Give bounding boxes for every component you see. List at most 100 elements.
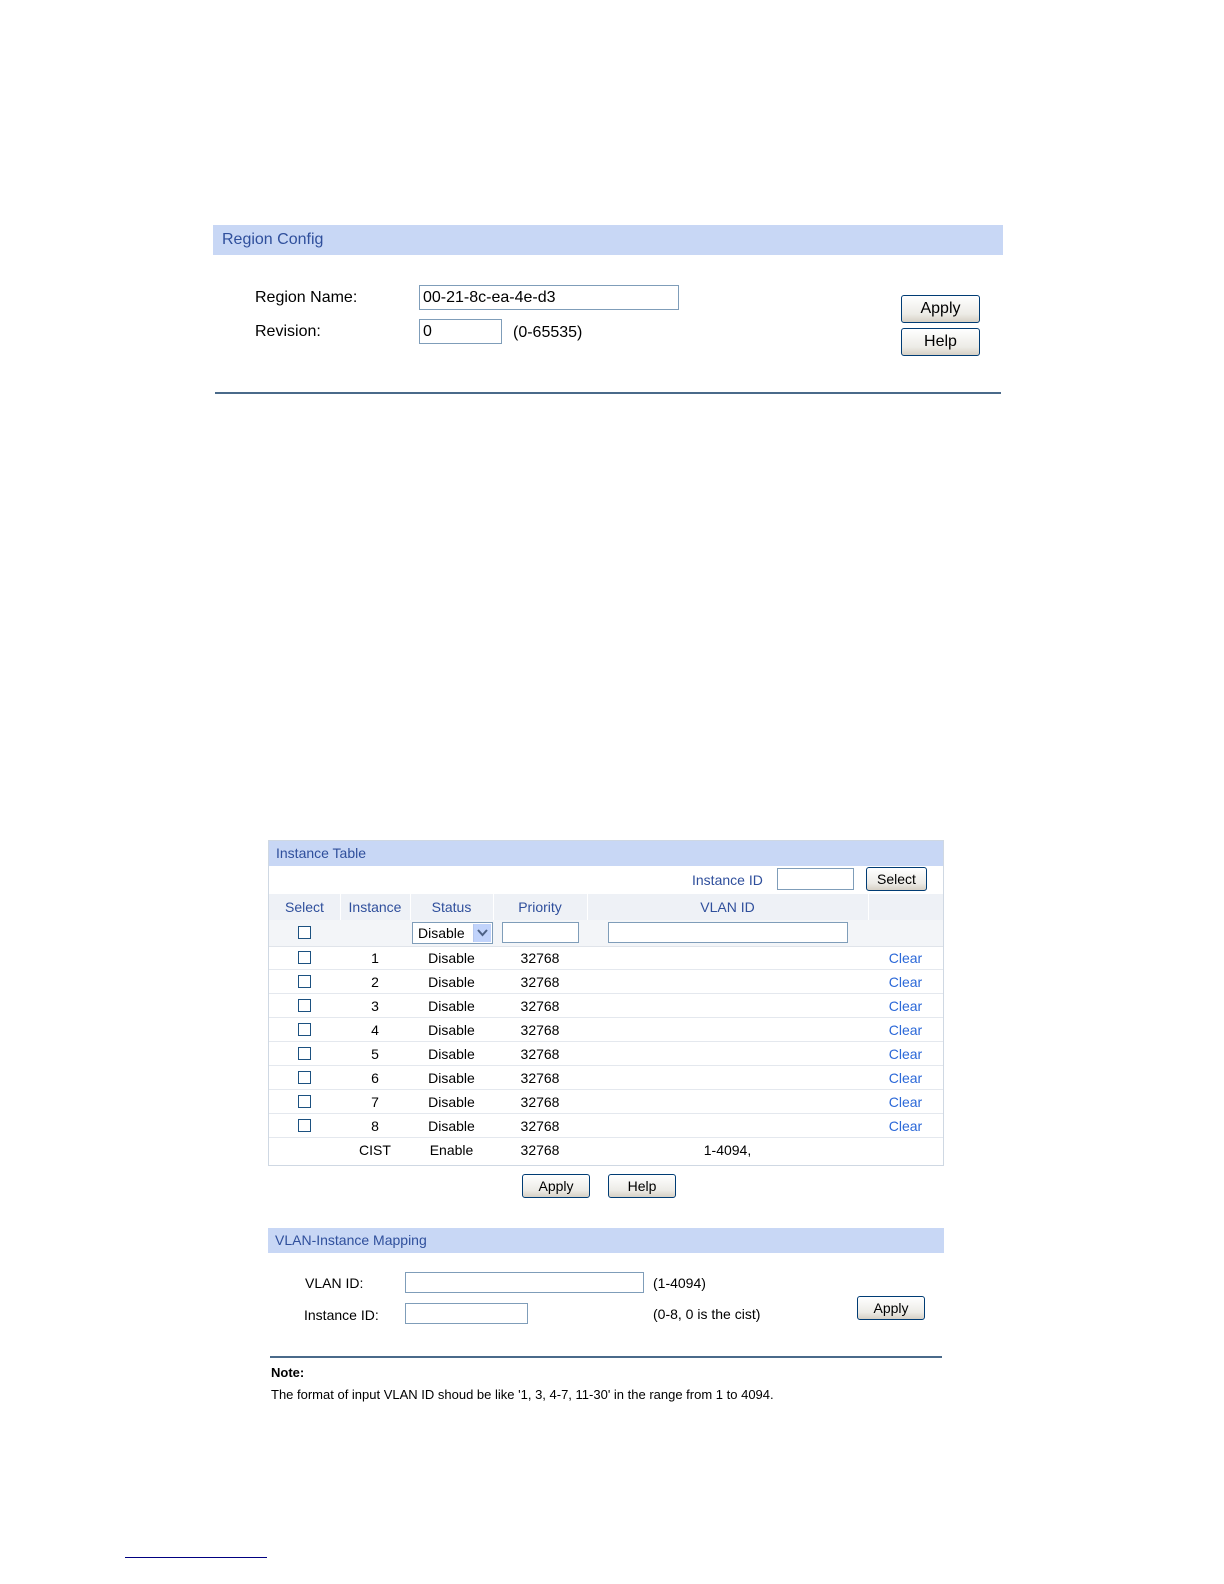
vlan-id-range-hint: (1-4094)	[653, 1275, 706, 1291]
instance-cell: CIST	[359, 1142, 391, 1158]
priority-cell: 32768	[520, 974, 560, 990]
clear-link[interactable]: Clear	[868, 994, 943, 1018]
region-name-label: Region Name:	[255, 289, 358, 306]
vlan-id-input[interactable]	[405, 1272, 644, 1293]
instance-cell: 2	[371, 974, 379, 990]
row-select-checkbox[interactable]	[298, 1119, 311, 1132]
footer-rule	[125, 1557, 267, 1558]
vlan-instance-mapping-panel: VLAN-Instance Mapping VLAN ID: (1-4094) …	[268, 1228, 944, 1363]
vlan-id-cell	[587, 1090, 868, 1114]
instance-help-button[interactable]: Help	[608, 1174, 676, 1198]
clear-link[interactable]: Clear	[868, 1090, 943, 1114]
clear-link[interactable]: Clear	[868, 1018, 943, 1042]
instance-cell: 5	[371, 1046, 379, 1062]
revision-range-hint: (0-65535)	[513, 324, 583, 341]
note-title: Note:	[271, 1365, 305, 1380]
batch-edit-row: Disable	[269, 920, 943, 947]
instance-cell: 6	[371, 1070, 379, 1086]
vlan-id-cell	[587, 1018, 868, 1042]
region-config-title: Region Config	[213, 225, 1003, 255]
priority-cell: 32768	[520, 1022, 560, 1038]
mapping-instance-id-input[interactable]	[405, 1303, 528, 1324]
table-row: 8 Disable 32768 Clear	[269, 1114, 943, 1138]
clear-link[interactable]: Clear	[868, 1042, 943, 1066]
revision-input[interactable]	[419, 319, 502, 344]
instance-apply-button[interactable]: Apply	[522, 1174, 590, 1198]
vlan-id-label: VLAN ID:	[305, 1275, 364, 1291]
batch-status-select[interactable]: Disable	[412, 922, 493, 944]
row-select-checkbox[interactable]	[298, 951, 311, 964]
instance-id-search-input[interactable]	[777, 868, 854, 890]
priority-cell: 32768	[520, 1142, 560, 1158]
vlan-mapping-title: VLAN-Instance Mapping	[268, 1228, 944, 1253]
column-header-select: Select	[285, 899, 324, 915]
row-select-checkbox[interactable]	[298, 1023, 311, 1036]
instance-table-title: Instance Table	[269, 841, 943, 866]
status-cell: Disable	[428, 950, 475, 966]
table-row: 6 Disable 32768 Clear	[269, 1066, 943, 1090]
instance-cell: 4	[371, 1022, 379, 1038]
vlan-id-cell: 1-4094,	[703, 1142, 752, 1158]
vlan-id-cell	[587, 1114, 868, 1138]
instance-cell: 3	[371, 998, 379, 1014]
priority-cell: 32768	[520, 1118, 560, 1134]
instance-table-panel: Instance Table Instance ID Select Select…	[268, 840, 944, 1166]
vlan-id-cell	[587, 1066, 868, 1090]
status-cell: Disable	[428, 1118, 475, 1134]
table-row: 1 Disable 32768 Clear	[269, 946, 943, 970]
note-text: The format of input VLAN ID shoud be lik…	[271, 1387, 774, 1402]
vlan-id-cell	[587, 970, 868, 994]
status-cell: Disable	[428, 1022, 475, 1038]
priority-cell: 32768	[520, 950, 560, 966]
clear-link[interactable]: Clear	[868, 946, 943, 970]
mapping-divider	[270, 1356, 942, 1358]
row-select-checkbox[interactable]	[298, 1095, 311, 1108]
row-select-checkbox[interactable]	[298, 1071, 311, 1084]
clear-link[interactable]: Clear	[868, 970, 943, 994]
priority-cell: 32768	[520, 998, 560, 1014]
priority-cell: 32768	[520, 1046, 560, 1062]
vlan-id-cell	[587, 946, 868, 970]
row-select-checkbox[interactable]	[298, 975, 311, 988]
cist-row: CIST Enable 32768 1-4094,	[269, 1138, 943, 1162]
instance-cell: 7	[371, 1094, 379, 1110]
priority-cell: 32768	[520, 1070, 560, 1086]
mapping-instance-id-label: Instance ID:	[304, 1307, 379, 1323]
table-row: 5 Disable 32768 Clear	[269, 1042, 943, 1066]
region-name-input[interactable]	[419, 285, 679, 310]
priority-cell: 32768	[520, 1094, 560, 1110]
table-row: 3 Disable 32768 Clear	[269, 994, 943, 1018]
batch-priority-input[interactable]	[502, 922, 579, 943]
table-row: 2 Disable 32768 Clear	[269, 970, 943, 994]
status-cell: Disable	[428, 974, 475, 990]
table-row: 4 Disable 32768 Clear	[269, 1018, 943, 1042]
column-header-vlan-id: VLAN ID	[700, 899, 755, 915]
status-cell: Disable	[428, 1046, 475, 1062]
instance-id-range-hint: (0-8, 0 is the cist)	[653, 1306, 761, 1322]
region-divider	[215, 392, 1001, 394]
instance-cell: 8	[371, 1118, 379, 1134]
clear-link[interactable]: Clear	[868, 1114, 943, 1138]
column-header-priority: Priority	[518, 899, 562, 915]
column-header-status: Status	[431, 899, 472, 915]
revision-label: Revision:	[255, 323, 321, 340]
row-select-checkbox[interactable]	[298, 999, 311, 1012]
region-help-button[interactable]: Help	[901, 328, 980, 356]
instance-id-label: Instance ID	[692, 872, 763, 888]
clear-link[interactable]: Clear	[868, 1066, 943, 1090]
mapping-apply-button[interactable]: Apply	[857, 1296, 925, 1320]
vlan-id-cell	[587, 994, 868, 1018]
region-apply-button[interactable]: Apply	[901, 295, 980, 323]
select-all-checkbox[interactable]	[298, 926, 311, 939]
status-cell: Enable	[429, 1142, 474, 1158]
instance-select-button[interactable]: Select	[866, 867, 927, 891]
region-config-panel: Region Config Region Name: Revision: (0-…	[213, 225, 1003, 397]
status-cell: Disable	[428, 998, 475, 1014]
column-header-instance: Instance	[348, 899, 402, 915]
batch-status-value: Disable	[418, 925, 465, 941]
instance-cell: 1	[371, 950, 379, 966]
status-cell: Disable	[428, 1070, 475, 1086]
row-select-checkbox[interactable]	[298, 1047, 311, 1060]
batch-vlan-id-input[interactable]	[608, 922, 848, 943]
vlan-id-cell	[587, 1042, 868, 1066]
